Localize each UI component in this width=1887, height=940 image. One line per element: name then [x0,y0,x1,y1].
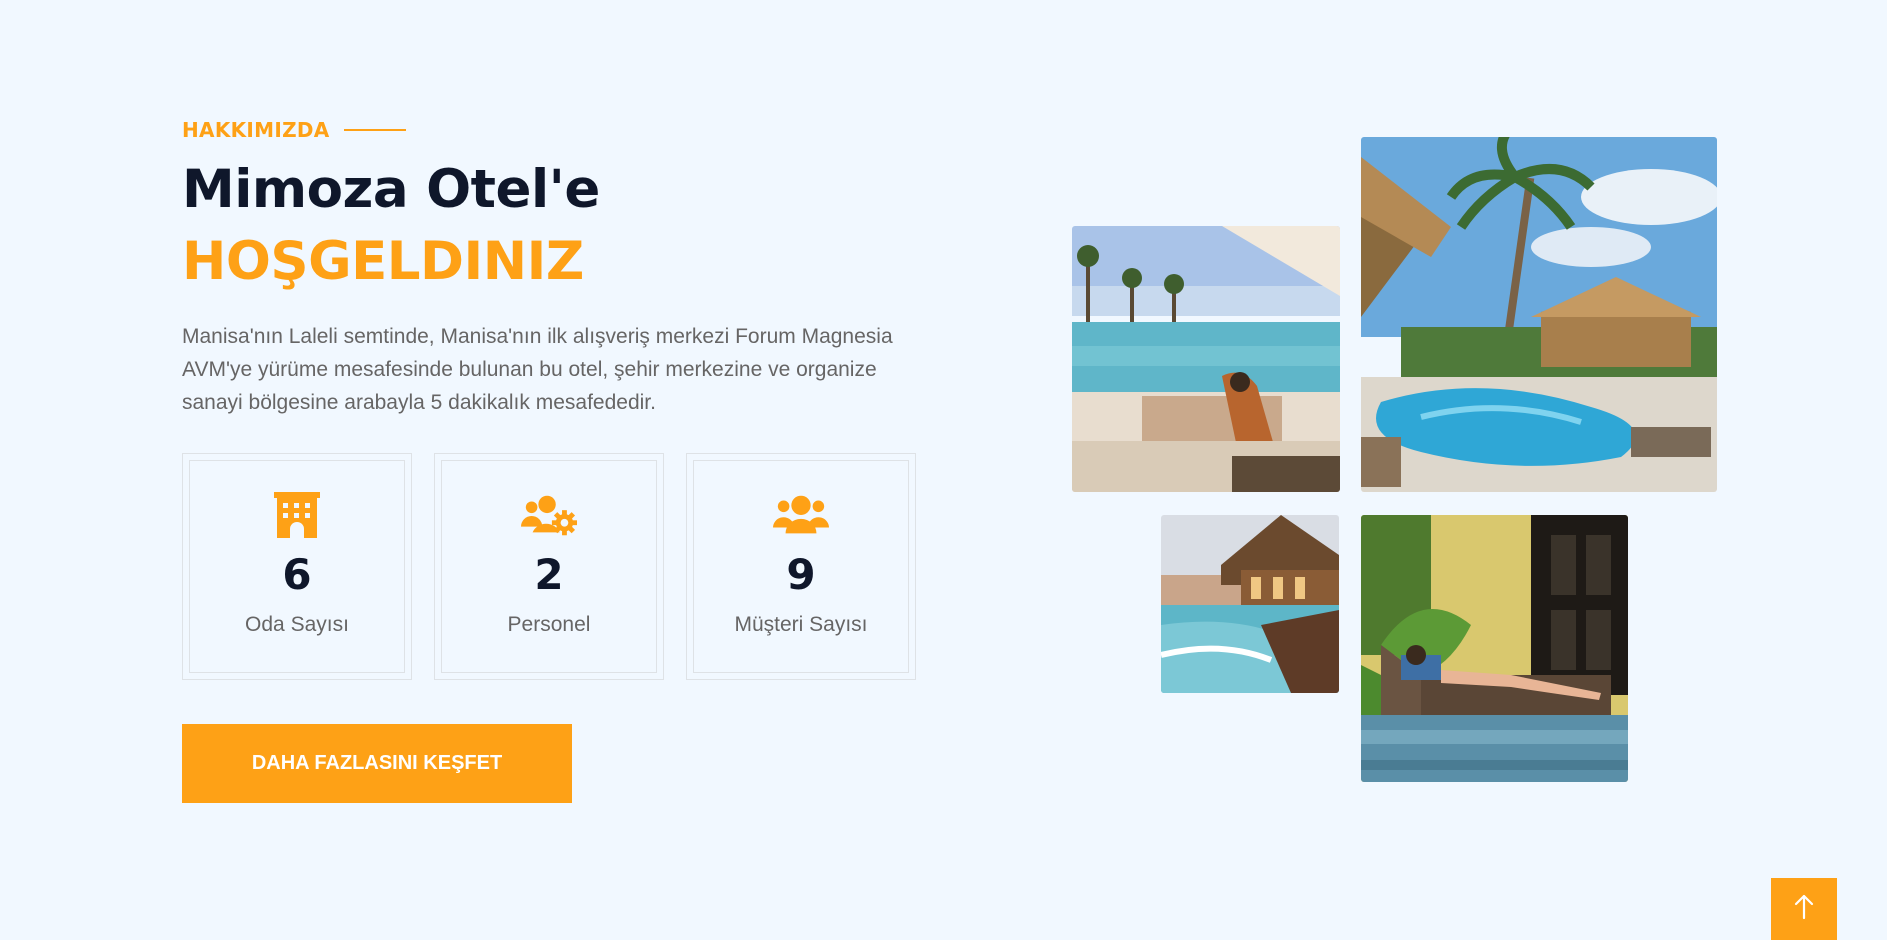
stat-label: Müşteri Sayısı [734,613,868,636]
about-description: Manisa'nın Laleli semtinde, Manisa'nın i… [182,325,893,414]
stat-value: 2 [534,550,564,599]
stat-card-customers: 9 Müşteri Sayısı [686,453,916,680]
stat-label: Personel [507,613,591,636]
scroll-to-top-button[interactable] [1771,878,1837,940]
title-line-1: Mimoza Otel'e [182,159,600,220]
explore-more-button[interactable]: DAHA FAZLASINI KEŞFET [182,724,572,803]
stat-value: 9 [786,550,816,599]
stat-card-staff: 2 Personel [434,453,664,680]
hotel-icon [269,491,325,539]
section-label: HAKKIMIZDA [182,116,406,144]
sunbather-poolside-photo [1361,515,1628,782]
stats-row: 6 Oda Sayısı 2 Personel 9 Müşteri Sayısı [182,453,916,680]
section-label-text: HAKKIMIZDA [182,118,330,142]
users-icon [773,491,829,539]
stat-value: 6 [282,550,312,599]
pool-lounge-photo [1072,226,1340,492]
about-section: HAKKIMIZDA Mimoza Otel'e HOŞGELDINIZ Man… [0,0,1887,940]
stat-card-rooms: 6 Oda Sayısı [182,453,412,680]
stat-label: Oda Sayısı [245,613,349,636]
resort-pool-palms-photo [1361,137,1717,492]
poolside-restaurant-photo [1161,515,1339,693]
arrow-up-icon [1793,894,1815,925]
users-cog-icon [521,491,577,539]
title-line-2: HOŞGELDINIZ [182,231,584,292]
page-title: Mimoza Otel'e HOŞGELDINIZ [182,154,600,298]
section-label-line [343,129,406,131]
